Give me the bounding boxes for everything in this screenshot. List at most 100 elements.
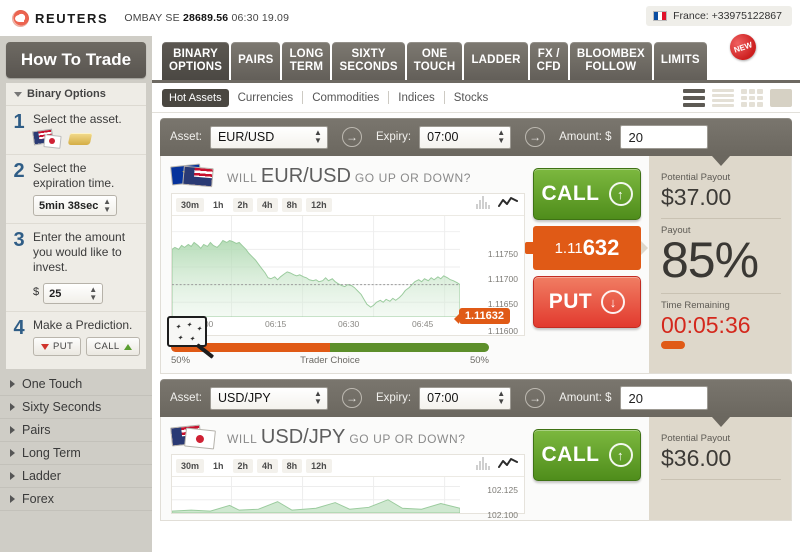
call-sample-button[interactable]: CALL xyxy=(86,337,140,356)
chart-y-axis: 1.11750 1.11700 1.11650 1.11600 1.11632 xyxy=(453,216,524,336)
timeframe-12h[interactable]: 12h xyxy=(306,458,332,473)
timeframe-8h[interactable]: 8h xyxy=(281,458,303,473)
expiration-time-value: 5min 38sec xyxy=(39,199,99,212)
tab-binary-options[interactable]: BINARY OPTIONS xyxy=(162,42,230,80)
amount-label: Amount: $ xyxy=(559,131,612,143)
grid-view-icon[interactable] xyxy=(741,89,763,107)
tab-fx-cfd[interactable]: FX / CFD xyxy=(529,42,568,80)
candlestick-chart-icon[interactable] xyxy=(476,457,490,470)
timeframe-4h[interactable]: 4h xyxy=(257,458,278,473)
price-chart-eurusd[interactable]: 30m 1h 2h 4h 8h 12h 1.11750 1.11700 1.11… xyxy=(171,193,525,336)
sidebar-item-forex[interactable]: Forex xyxy=(0,488,152,511)
timeframe-30m[interactable]: 30m xyxy=(176,197,205,212)
reuters-logo[interactable]: REUTERS xyxy=(12,9,108,27)
tab-ladder[interactable]: LADDER xyxy=(464,42,528,80)
stepper-arrows-icon: ▲ ▼ xyxy=(314,389,322,406)
price-chart-usdjpy[interactable]: 30m 1h 2h 4h 8h 12h 102.125 102.100 xyxy=(171,454,525,520)
call-button[interactable]: CALL ↑ xyxy=(533,429,641,481)
subtab-stocks[interactable]: Stocks xyxy=(445,92,498,104)
call-button[interactable]: CALL ↑ xyxy=(533,168,641,220)
timeframe-12h[interactable]: 12h xyxy=(306,197,332,212)
timeframe-1h[interactable]: 1h xyxy=(208,198,229,212)
invest-amount-select[interactable]: 25 ▲ ▼ xyxy=(43,283,104,304)
sidebar-item-one-touch[interactable]: One Touch xyxy=(0,373,152,396)
candlestick-chart-icon[interactable] xyxy=(476,196,490,209)
sidebar-item-label: Forex xyxy=(22,492,54,506)
divider xyxy=(661,218,781,219)
tab-long-term[interactable]: LONG TERM xyxy=(282,42,331,80)
expiry-select[interactable]: 07:00 ▲ ▼ xyxy=(419,386,512,410)
sidebar-item-pairs[interactable]: Pairs xyxy=(0,419,152,442)
subtab-currencies[interactable]: Currencies xyxy=(229,92,303,104)
tab-pairs[interactable]: PAIRS xyxy=(231,42,281,80)
step-number: 2 xyxy=(13,160,25,182)
expiry-select[interactable]: 07:00 ▲ ▼ xyxy=(419,125,512,149)
question-post: GO UP OR DOWN? xyxy=(354,170,472,185)
list-view-icon[interactable] xyxy=(683,89,705,107)
sidebar-title: How To Trade xyxy=(6,42,146,78)
timeframe-8h[interactable]: 8h xyxy=(281,197,303,212)
timeframe-2h[interactable]: 2h xyxy=(232,197,254,212)
reuters-swirl-icon xyxy=(12,9,29,27)
trade-panel-usdjpy: Asset: USD/JPY ▲ ▼ → Expiry: 07:00 ▲ ▼ → A… xyxy=(160,379,792,521)
sidebar-item-long-term[interactable]: Long Term xyxy=(0,442,152,465)
accordion-binary-options[interactable]: Binary Options xyxy=(6,83,146,106)
stepper-arrows-icon: ▲ ▼ xyxy=(89,284,98,302)
asset-select[interactable]: USD/JPY ▲ ▼ xyxy=(209,386,328,410)
trader-choice-label: Trader Choice xyxy=(300,355,360,366)
timeframe-1h[interactable]: 1h xyxy=(208,459,229,473)
current-price-pill: 1.11632 xyxy=(453,308,510,324)
y-tick-1: 102.100 xyxy=(487,510,518,520)
country-phone[interactable]: France: +33975122867 xyxy=(646,6,792,26)
question-post: GO UP OR DOWN? xyxy=(349,431,466,446)
arrow-right-icon-2: → xyxy=(525,127,546,147)
sidebar-item-ladder[interactable]: Ladder xyxy=(0,465,152,488)
tab-bloombex-follow[interactable]: BLOOMBEX FOLLOW xyxy=(569,42,652,80)
asset-value: EUR/USD xyxy=(217,130,275,144)
sidebar-item-label: Ladder xyxy=(22,469,61,483)
sidebar-item-sixty-seconds[interactable]: Sixty Seconds xyxy=(0,396,152,419)
sidebar-item-label: Long Term xyxy=(22,446,81,460)
asset-label: Asset: xyxy=(170,131,202,143)
step-text: Select the asset. xyxy=(33,112,122,126)
single-view-icon[interactable] xyxy=(770,89,792,107)
timeframe-2h[interactable]: 2h xyxy=(232,458,254,473)
amount-input[interactable]: 20 xyxy=(619,386,708,410)
tab-sixty-seconds[interactable]: SIXTY SECONDS xyxy=(332,42,405,80)
howto-step-1: 1 Select the asset. xyxy=(6,106,146,155)
currency-symbol: $ xyxy=(33,285,40,298)
line-chart-icon[interactable] xyxy=(498,196,518,209)
step-number: 1 xyxy=(13,111,25,133)
x-tick-3: 06:45 xyxy=(412,319,434,329)
question-pre: WILL xyxy=(227,170,257,185)
amount-input[interactable]: 20 xyxy=(619,125,708,149)
subtab-commodities[interactable]: Commodities xyxy=(303,92,388,104)
rows-view-icon[interactable] xyxy=(712,89,734,107)
asset-select[interactable]: EUR/USD ▲ ▼ xyxy=(209,125,328,149)
subtab-hot-assets[interactable]: Hot Assets xyxy=(162,88,229,107)
invest-amount-row: $ 25 ▲ ▼ xyxy=(33,279,140,304)
y-tick-0: 102.125 xyxy=(487,485,518,495)
line-chart-icon[interactable] xyxy=(498,457,518,470)
arrow-up-icon: ↑ xyxy=(608,443,633,467)
expiration-time-select[interactable]: 5min 38sec ▲ ▼ xyxy=(33,195,117,216)
put-button[interactable]: PUT ↓ xyxy=(533,276,641,328)
trader-choice-legend: 50% Trader Choice 50% xyxy=(171,355,489,366)
pair-question: WILL USD/JPY GO UP OR DOWN? xyxy=(170,424,525,450)
put-sample-button[interactable]: PUT xyxy=(33,337,82,356)
y-tick-0: 1.11750 xyxy=(487,249,518,259)
chart-y-axis: 102.125 102.100 xyxy=(460,477,524,520)
question-pair: EUR/USD xyxy=(260,164,351,187)
pair-question: WILL EUR/USD GO UP OR DOWN? xyxy=(170,163,525,188)
subtab-indices[interactable]: Indices xyxy=(389,92,443,104)
ticker-value: 28689.56 xyxy=(182,12,229,24)
put-sample-label: PUT xyxy=(53,341,74,352)
main-content: BINARY OPTIONS PAIRS LONG TERM SIXTY SEC… xyxy=(152,30,800,552)
magic-wand-icon[interactable]: ✦ ✦ ✦ ✦ ✦ xyxy=(167,316,215,359)
timeframe-4h[interactable]: 4h xyxy=(257,197,278,212)
timeframe-30m[interactable]: 30m xyxy=(176,458,205,473)
howto-step-4: 4 Make a Prediction. PUT CALL xyxy=(6,312,146,363)
sidebar-links: One Touch Sixty Seconds Pairs Long Term … xyxy=(0,373,152,511)
tab-limits[interactable]: LIMITS xyxy=(653,42,707,80)
tab-one-touch[interactable]: ONE TOUCH xyxy=(406,42,463,80)
